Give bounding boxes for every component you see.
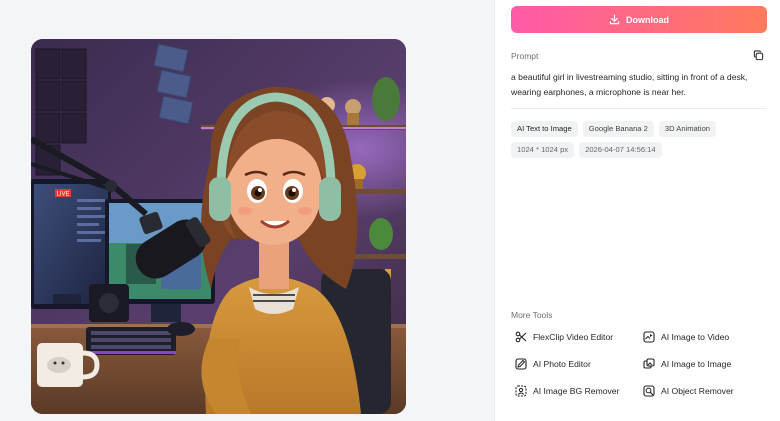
- tool-label: FlexClip Video Editor: [533, 332, 614, 342]
- tool-label: AI Object Remover: [661, 386, 734, 396]
- divider: [511, 108, 767, 109]
- tag-timestamp: 2026-04-07 14:56:14: [579, 142, 662, 158]
- tool-label: AI Image to Video: [661, 332, 730, 342]
- live-badge: LIVE: [56, 192, 69, 198]
- copy-icon[interactable]: [753, 50, 764, 61]
- tool-label: AI Photo Editor: [533, 359, 591, 369]
- more-tools-heading: More Tools: [511, 310, 553, 320]
- tool-ai-image-to-image[interactable]: AI Image to Image: [643, 357, 771, 371]
- image-to-image-icon: [643, 358, 655, 369]
- download-button[interactable]: Download: [511, 6, 767, 33]
- tool-ai-image-bg-remover[interactable]: AI Image BG Remover: [515, 384, 643, 398]
- bg-remover-icon: [515, 385, 527, 397]
- tool-label: AI Image to Image: [661, 359, 732, 369]
- prompt-text: a beautiful girl in livestreaming studio…: [511, 72, 748, 97]
- tag-style: 3D Animation: [658, 121, 717, 137]
- tag-list: AI Text to Image Google Banana 2 3D Anim…: [511, 121, 771, 158]
- generated-image[interactable]: LIVE: [31, 39, 406, 414]
- prompt-heading: Prompt: [511, 51, 539, 61]
- download-label: Download: [626, 14, 669, 25]
- object-remover-icon: [643, 385, 655, 397]
- details-panel: Download Prompt a beautiful girl in live…: [494, 0, 780, 421]
- tool-flexclip-video-editor[interactable]: FlexClip Video Editor: [515, 330, 643, 344]
- image-preview-area: LIVE: [0, 0, 494, 421]
- tool-ai-image-to-video[interactable]: AI Image to Video: [643, 330, 771, 344]
- tag-model-name: Google Banana 2: [582, 121, 654, 137]
- tool-ai-photo-editor[interactable]: AI Photo Editor: [515, 357, 643, 371]
- photo-edit-icon: [515, 358, 527, 370]
- tag-resolution: 1024 * 1024 px: [511, 142, 575, 158]
- tool-label: AI Image BG Remover: [533, 386, 620, 396]
- tool-ai-object-remover[interactable]: AI Object Remover: [643, 384, 771, 398]
- livestreamer-illustration: LIVE: [31, 39, 406, 414]
- scissors-icon: [515, 331, 527, 343]
- download-icon: [609, 14, 620, 25]
- tag-model-type: AI Text to Image: [511, 121, 578, 137]
- more-tools-grid: FlexClip Video Editor AI Image to Video …: [515, 330, 771, 398]
- image-to-video-icon: [643, 331, 655, 343]
